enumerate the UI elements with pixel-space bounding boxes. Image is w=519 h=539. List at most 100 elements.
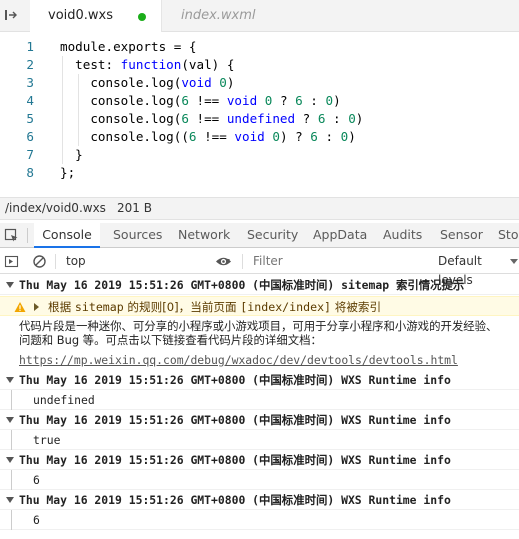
code-token: ? <box>295 111 318 126</box>
console-messages: Thu May 16 2019 15:51:26 GMT+0800 (中国标准时… <box>0 275 519 539</box>
tab-security[interactable]: Security <box>247 223 298 248</box>
code-token: (val) { <box>181 57 235 72</box>
log-value-row: true <box>0 430 519 450</box>
tab-storage[interactable]: Stor <box>498 223 519 248</box>
editor-tab-bar: void0.wxs index.wxml <box>0 0 519 32</box>
expand-triangle-icon <box>6 417 14 423</box>
console-group-header[interactable]: Thu May 16 2019 15:51:26 GMT+0800 (中国标准时… <box>0 370 519 390</box>
console-group-header[interactable]: Thu May 16 2019 15:51:26 GMT+0800 (中国标准时… <box>0 410 519 430</box>
code-token: console.log(( <box>60 129 189 144</box>
devtools-tab-bar: Console Sources Network Security AppData… <box>0 223 519 248</box>
line-source: console.log(void 0) <box>60 74 234 92</box>
line-number: 8 <box>26 165 34 180</box>
code-token: 6 <box>188 129 197 144</box>
code-token: undefined <box>226 111 296 126</box>
line-source: } <box>60 146 83 164</box>
tab-sensor[interactable]: Sensor <box>440 223 483 248</box>
line-number: 4 <box>26 93 34 108</box>
line-number: 7 <box>26 147 34 162</box>
line-number: 2 <box>26 57 34 72</box>
expand-triangle-icon[interactable] <box>34 303 39 311</box>
code-token: 0 <box>348 111 356 126</box>
line-number: 3 <box>26 75 34 90</box>
line-source: }; <box>60 164 75 182</box>
file-path: /index/void0.wxs <box>5 201 106 215</box>
clear-console-icon[interactable] <box>32 254 47 269</box>
code-token: 6 <box>181 93 189 108</box>
group-title: Thu May 16 2019 15:51:26 GMT+0800 (中国标准时… <box>19 278 465 292</box>
code-token: ) <box>333 93 341 108</box>
inspect-element-icon[interactable] <box>4 228 19 243</box>
line-number: 6 <box>26 129 34 144</box>
chevron-down-icon <box>510 259 518 264</box>
code-token: } <box>60 147 83 162</box>
code-token: function <box>120 57 182 72</box>
console-toolbar: top Default levels <box>0 249 519 287</box>
code-token: !== <box>196 129 235 144</box>
group-indent-line <box>11 470 12 490</box>
filter-input[interactable] <box>247 252 427 271</box>
code-token: ) <box>355 111 364 126</box>
docs-link[interactable]: https://mp.weixin.qq.com/debug/wxadoc/de… <box>19 353 458 367</box>
tab-network[interactable]: Network <box>178 223 230 248</box>
group-title: Thu May 16 2019 15:51:26 GMT+0800 (中国标准时… <box>19 373 451 387</box>
warning-page: [index/index] <box>240 300 332 314</box>
code-token: test: <box>60 57 121 72</box>
code-editor[interactable]: 1 module.exports = { 2 test: function(val)… <box>0 32 519 190</box>
log-value-row: undefined <box>0 390 519 410</box>
tab-console[interactable]: Console <box>34 223 100 248</box>
group-indent-line <box>11 510 12 530</box>
tab-appdata[interactable]: AppData <box>313 223 367 248</box>
code-token: 6 <box>310 129 318 144</box>
code-token: : <box>302 93 326 108</box>
tab-index-wxml[interactable]: index.wxml <box>165 0 285 32</box>
file-size: 201 B <box>117 201 152 215</box>
log-value: 6 <box>33 513 40 527</box>
code-token: console.log( <box>60 111 182 126</box>
log-levels-dropdown[interactable]: Default levels <box>432 252 519 287</box>
line-number: 1 <box>26 39 34 54</box>
code-token: 6 <box>181 111 189 126</box>
warning-prefix: 根据 <box>48 300 75 314</box>
line-source: console.log((6 !== void 0) ? 6 : 0) <box>60 128 356 146</box>
code-token: console.log( <box>60 75 182 90</box>
warning-message[interactable]: 根据 sitemap 的规则[0]，当前页面 [index/index] 将被索… <box>0 296 519 316</box>
warning-sitemap: sitemap <box>74 300 124 314</box>
toggle-sidebar-icon[interactable] <box>4 8 18 22</box>
line-number: 5 <box>26 111 34 126</box>
code-token: ? <box>272 93 296 108</box>
group-indent-line <box>11 430 12 450</box>
group-title: Thu May 16 2019 15:51:26 GMT+0800 (中国标准时… <box>19 453 451 467</box>
code-token: ) ? <box>279 129 311 144</box>
code-token: !== <box>188 93 227 108</box>
code-token: 6 <box>295 93 303 108</box>
info-text-line: 问题和 Bug 等。可点击以下链接查看代码片段的详细文档： <box>19 333 322 347</box>
code-token: void <box>226 93 258 108</box>
log-value: 6 <box>33 473 40 487</box>
expand-triangle-icon <box>6 457 14 463</box>
console-group-header[interactable]: Thu May 16 2019 15:51:26 GMT+0800 (中国标准时… <box>0 275 519 295</box>
console-group-header[interactable]: Thu May 16 2019 15:51:26 GMT+0800 (中国标准时… <box>0 490 519 510</box>
tab-audits[interactable]: Audits <box>383 223 422 248</box>
warning-text: 根据 sitemap 的规则[0]，当前页面 [index/index] 将被索… <box>48 297 381 317</box>
show-drawer-icon[interactable] <box>4 254 19 269</box>
code-token: ) <box>226 75 235 90</box>
line-source: test: function(val) { <box>60 56 234 74</box>
divider <box>55 254 56 269</box>
eye-icon[interactable] <box>215 254 232 269</box>
tab-sources[interactable]: Sources <box>113 223 162 248</box>
expand-triangle-icon <box>6 377 14 383</box>
context-selector[interactable]: top <box>60 252 235 271</box>
context-value: top <box>66 254 86 268</box>
tab-void0-wxs[interactable]: void0.wxs <box>30 0 162 32</box>
group-title: Thu May 16 2019 15:51:26 GMT+0800 (中国标准时… <box>19 493 451 507</box>
warning-icon <box>14 302 26 312</box>
code-token: module.exports = { <box>60 39 197 54</box>
warning-middle: 的规则[0]，当前页面 <box>123 300 241 314</box>
code-token: : <box>317 129 341 144</box>
code-token: console.log( <box>60 93 182 108</box>
code-token: !== <box>188 111 227 126</box>
line-source: module.exports = { <box>60 38 196 56</box>
console-group-header[interactable]: Thu May 16 2019 15:51:26 GMT+0800 (中国标准时… <box>0 450 519 470</box>
